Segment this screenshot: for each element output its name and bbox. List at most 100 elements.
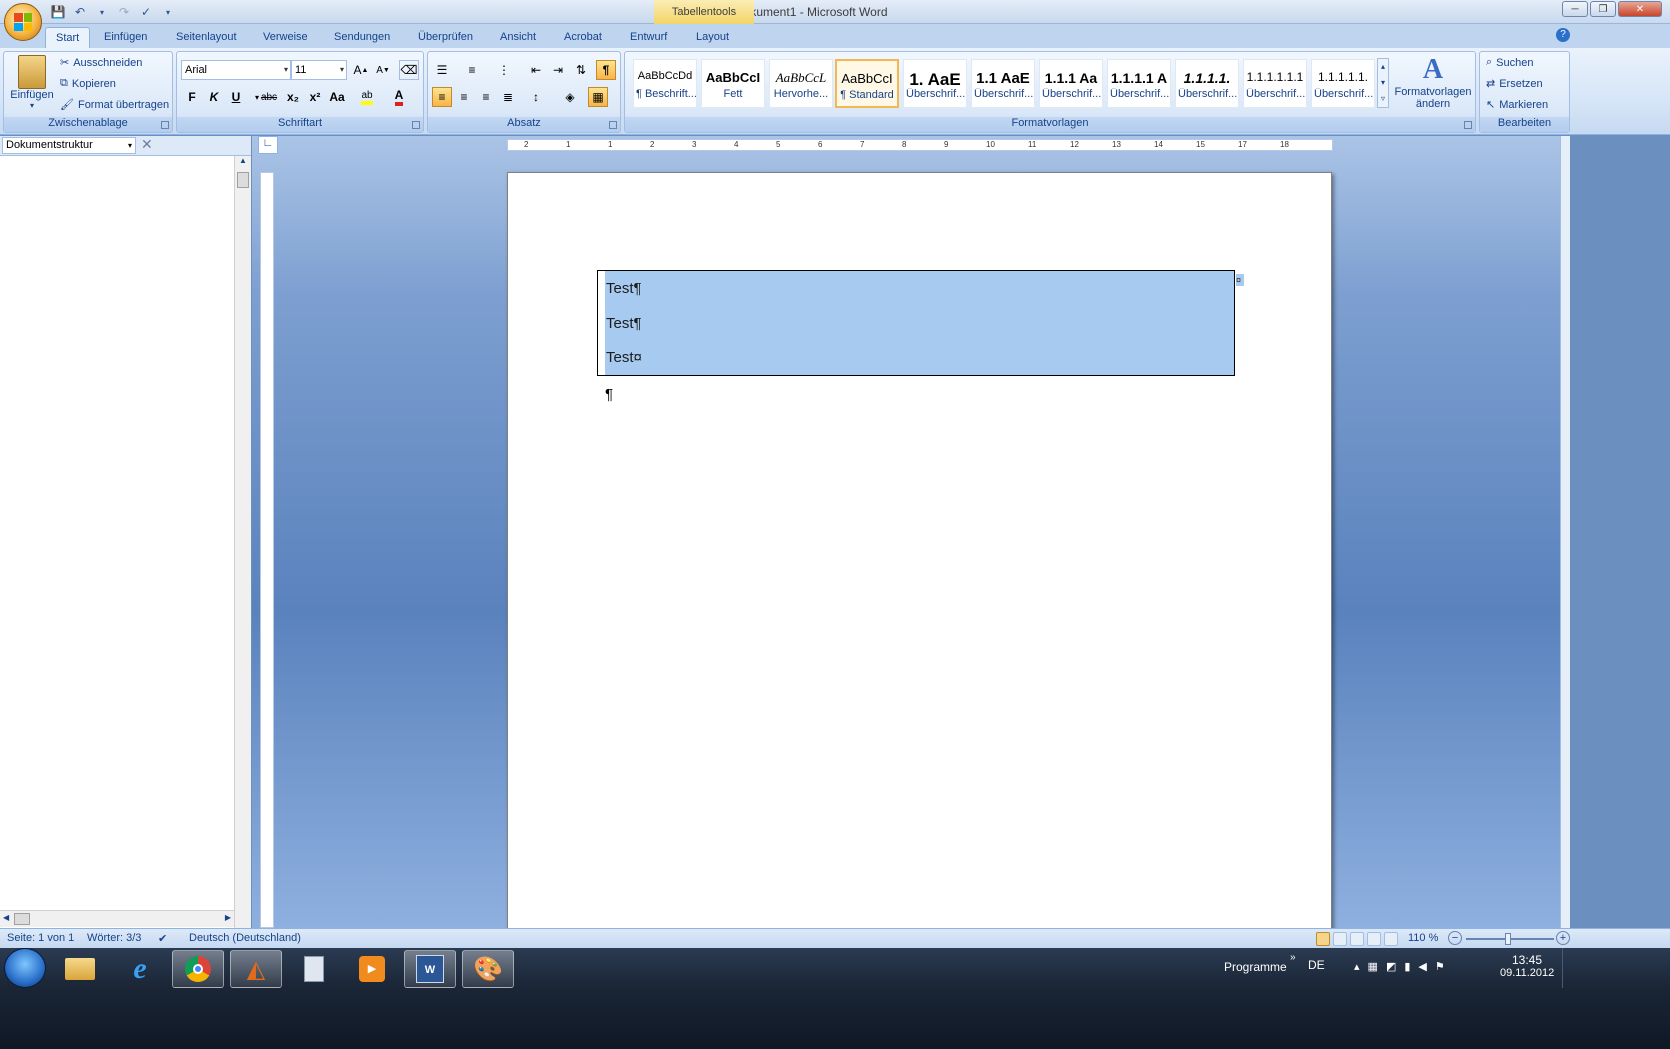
tab-entwurf[interactable]: Entwurf <box>620 27 677 48</box>
minimize-button[interactable]: ─ <box>1562 1 1588 17</box>
vertical-ruler[interactable] <box>260 172 274 928</box>
tab-sendungen[interactable]: Sendungen <box>324 27 400 48</box>
style-item[interactable]: 1.1.1.1. Überschrif... <box>1175 59 1239 108</box>
maximize-button[interactable]: ❐ <box>1590 1 1616 17</box>
toolbar-expand-icon[interactable]: » <box>1290 952 1296 963</box>
zoom-out-icon[interactable]: − <box>1448 931 1462 945</box>
full-screen-reading-icon[interactable] <box>1333 932 1347 946</box>
start-button[interactable] <box>4 948 46 988</box>
multilevel-list-icon[interactable]: ⋮ <box>494 60 514 80</box>
tab-layout[interactable]: Layout <box>686 27 739 48</box>
paragraph-dialog-launcher-icon[interactable] <box>609 121 617 129</box>
align-left-icon[interactable]: ≡ <box>432 87 452 107</box>
nav-mode-select[interactable]: Dokumentstruktur ▾ <box>2 137 136 154</box>
change-styles-button[interactable]: A Formatvorlagen ändern <box>1393 54 1473 110</box>
styles-dialog-launcher-icon[interactable] <box>1464 121 1472 129</box>
tab-einfuegen[interactable]: Einfügen <box>94 27 157 48</box>
borders-icon[interactable]: ▦ <box>588 87 608 107</box>
copy-button[interactable]: ⧉ Kopieren <box>60 77 116 90</box>
tab-selector-icon[interactable]: ∟ <box>258 136 278 154</box>
cut-button[interactable]: ✂ Ausschneiden <box>60 56 142 70</box>
font-size-dropdown-icon[interactable]: ▾ <box>340 61 344 79</box>
volume-icon[interactable]: ◀ <box>1418 960 1426 973</box>
word-taskbar-icon[interactable]: W <box>404 950 456 988</box>
style-item[interactable]: AaBbCcL Hervorhe... <box>769 59 833 108</box>
tray-app-icon[interactable]: ◩ <box>1386 960 1396 973</box>
nav-vertical-scrollbar[interactable]: ▲ <box>234 156 251 928</box>
input-language[interactable]: DE <box>1308 958 1325 972</box>
clock[interactable]: 13:45 09.11.2012 <box>1500 953 1554 979</box>
bold-button[interactable]: F <box>182 87 202 107</box>
style-item[interactable]: 1.1.1 Aa Überschrif... <box>1039 59 1103 108</box>
tab-seitenlayout[interactable]: Seitenlayout <box>166 27 247 48</box>
tab-verweise[interactable]: Verweise <box>253 27 318 48</box>
scroll-left-icon[interactable]: ◀ <box>3 913 9 922</box>
styles-gallery-scroll[interactable]: ▴ ▾ ▿ <box>1377 58 1389 108</box>
clear-formatting-icon[interactable]: ⌫ <box>399 60 419 80</box>
subscript-button[interactable]: x₂ <box>283 87 303 107</box>
nav-close-icon[interactable]: ✕ <box>141 136 153 153</box>
tab-acrobat[interactable]: Acrobat <box>554 27 612 48</box>
help-icon[interactable]: ? <box>1556 28 1570 42</box>
proofing-icon[interactable]: ✔ <box>158 932 167 945</box>
strikethrough-button[interactable]: abc <box>259 87 279 107</box>
style-item[interactable]: 1. AaE Überschrif... <box>903 59 967 108</box>
document-vertical-scrollbar[interactable] <box>1560 136 1570 928</box>
clipboard-dialog-launcher-icon[interactable] <box>161 121 169 129</box>
style-item[interactable]: AaBbCcDd ¶ Beschrift... <box>633 59 697 108</box>
internet-explorer-taskbar-icon[interactable]: e <box>114 950 166 988</box>
tab-ansicht[interactable]: Ansicht <box>490 27 546 48</box>
font-color-icon[interactable]: A <box>389 87 409 107</box>
numbering-icon[interactable]: ≡ <box>462 60 482 80</box>
office-button[interactable] <box>4 3 42 41</box>
scroll-up-icon[interactable]: ▲ <box>235 156 251 170</box>
tab-ueberpruefen[interactable]: Überprüfen <box>408 27 483 48</box>
web-layout-icon[interactable] <box>1350 932 1364 946</box>
style-item[interactable]: AaBbCcI Fett <box>701 59 765 108</box>
align-right-icon[interactable]: ≡ <box>476 87 496 107</box>
style-item[interactable]: 1.1.1.1.1.1 Überschrif... <box>1243 59 1307 108</box>
decrease-indent-icon[interactable]: ⇤ <box>526 60 546 80</box>
nav-horizontal-scrollbar[interactable]: ◀ ▶ <box>0 910 234 927</box>
paste-button[interactable]: Einfügen ▾ <box>7 55 57 110</box>
change-case-button[interactable]: Aa <box>327 87 347 107</box>
tab-start[interactable]: Start <box>45 27 91 48</box>
show-formatting-marks-icon[interactable]: ¶ <box>596 60 616 80</box>
font-name-combo[interactable]: Arial ▾ <box>181 60 291 80</box>
style-item-selected[interactable]: AaBbCcI ¶ Standard <box>835 59 899 108</box>
print-layout-icon[interactable] <box>1316 932 1330 946</box>
line-spacing-icon[interactable]: ↕ <box>526 87 546 107</box>
font-name-dropdown-icon[interactable]: ▾ <box>284 61 288 79</box>
paragraph-mark[interactable]: ¶ <box>605 386 613 403</box>
language-status[interactable]: Deutsch (Deutschland) <box>189 932 301 944</box>
justify-icon[interactable]: ≣ <box>498 87 518 107</box>
media-player-taskbar-icon[interactable]: ▶ <box>346 950 398 988</box>
hscroll-thumb[interactable] <box>14 913 30 925</box>
tray-arrow-icon[interactable]: ▴ <box>1354 960 1360 973</box>
highlight-color-icon[interactable]: ab <box>357 87 377 107</box>
matlab-taskbar-icon[interactable]: ◭ <box>230 950 282 988</box>
scroll-thumb[interactable] <box>237 172 249 188</box>
paint-taskbar-icon[interactable]: 🎨 <box>462 950 514 988</box>
explorer-taskbar-icon[interactable] <box>54 950 106 988</box>
zoom-in-icon[interactable]: + <box>1556 931 1570 945</box>
page-count[interactable]: Seite: 1 von 1 <box>7 932 74 944</box>
replace-button[interactable]: ⇄ Ersetzen <box>1486 77 1543 91</box>
horizontal-ruler[interactable]: 2 1 1 2 3 4 5 6 7 8 9 10 11 12 13 14 15 17 18 <box>507 139 1333 151</box>
word-count[interactable]: Wörter: 3/3 <box>87 932 141 944</box>
show-desktop-button[interactable] <box>1562 948 1570 988</box>
outline-view-icon[interactable] <box>1367 932 1381 946</box>
bullets-icon[interactable]: ☰ <box>432 60 452 80</box>
table-cell-line[interactable]: Test¶ <box>606 280 642 297</box>
font-size-combo[interactable]: 11 ▾ <box>291 60 347 80</box>
underline-button[interactable]: U <box>226 87 246 107</box>
font-dialog-launcher-icon[interactable] <box>412 121 420 129</box>
calculator-taskbar-icon[interactable] <box>288 950 340 988</box>
flag-icon[interactable]: ⚑ <box>1435 960 1445 973</box>
format-painter-button[interactable]: 🖌 Format übertragen <box>60 98 169 112</box>
zoom-level[interactable]: 110 % <box>1408 932 1438 944</box>
chrome-taskbar-icon[interactable] <box>172 950 224 988</box>
sort-icon[interactable]: ⇅ <box>571 60 591 80</box>
align-center-icon[interactable]: ≡ <box>454 87 474 107</box>
find-button[interactable]: ⌕ Suchen <box>1486 56 1533 69</box>
